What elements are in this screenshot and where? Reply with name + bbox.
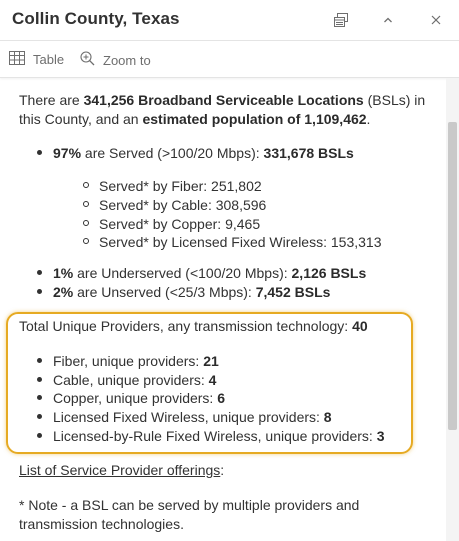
served-sub-item: Served* by Copper: 9,465 xyxy=(83,215,260,234)
note-line-1: * Note - a BSL can be served by multiple… xyxy=(19,497,360,513)
dock-icon xyxy=(333,12,349,28)
close-icon xyxy=(430,14,442,26)
bullet-circle xyxy=(83,201,89,208)
popup-header: Collin County, Texas xyxy=(0,0,459,41)
underserved-text: are Underserved (<100/20 Mbps): xyxy=(73,265,292,281)
table-action[interactable]: Table xyxy=(9,51,64,68)
served-sub-item: Served* by Licensed Fixed Wireless: 153,… xyxy=(83,233,381,252)
bullet-circle xyxy=(83,220,89,227)
sub-item-text: Served* by Copper: 9,465 xyxy=(99,216,261,232)
close-button[interactable] xyxy=(424,8,448,32)
provider-count: 8 xyxy=(323,409,332,425)
popup-toolbar: Table Zoom to xyxy=(0,41,459,78)
popup-content: There are 341,256 Broadband Serviceable … xyxy=(0,78,446,541)
provider-count: 6 xyxy=(217,390,226,406)
table-action-label: Table xyxy=(33,52,65,67)
popup-title: Collin County, Texas xyxy=(12,9,180,28)
unserved-text: are Unserved (<25/3 Mbps): xyxy=(73,284,256,300)
provider-label: Cable, unique providers: xyxy=(53,372,209,388)
provider-item: Licensed Fixed Wireless, unique provider… xyxy=(37,408,332,427)
provider-label: Copper, unique providers: xyxy=(53,390,218,406)
provider-item: Fiber, unique providers: 21 xyxy=(37,352,219,371)
table-icon xyxy=(9,51,33,68)
sub-item-text: Served* by Licensed Fixed Wireless: 153,… xyxy=(99,234,382,250)
zoom-to-icon xyxy=(80,51,103,69)
served-count: 331,678 BSLs xyxy=(263,145,354,161)
served-bullet: 97% are Served (>100/20 Mbps): 331,678 B… xyxy=(37,144,354,163)
provider-count: 21 xyxy=(203,353,219,369)
provider-item: Licensed-by-Rule Fixed Wireless, unique … xyxy=(37,427,385,446)
intro-text: . xyxy=(366,111,371,127)
provider-label: Fiber, unique providers: xyxy=(53,353,204,369)
bullet-dot xyxy=(37,413,42,419)
bullet-dot xyxy=(37,394,42,400)
dock-button[interactable] xyxy=(329,8,353,32)
intro-text: (BSLs) in xyxy=(363,92,426,108)
served-sub-item: Served* by Cable: 308,596 xyxy=(83,196,266,215)
sub-item-text: Served* by Fiber: 251,802 xyxy=(99,178,262,194)
provider-label: Licensed-by-Rule Fixed Wireless, unique … xyxy=(53,428,377,444)
bullet-circle xyxy=(83,238,89,245)
population: estimated population of 1,109,462 xyxy=(142,111,367,127)
bsl-total: 341,256 Broadband Serviceable Locations xyxy=(83,92,364,108)
bullet-dot xyxy=(37,288,42,294)
intro-paragraph: There are 341,256 Broadband Serviceable … xyxy=(19,91,426,129)
intro-text: There are xyxy=(19,92,84,108)
collapse-chevron-icon xyxy=(382,14,394,26)
intro-line-1: There are 341,256 Broadband Serviceable … xyxy=(19,91,426,110)
unserved-pct: 2% xyxy=(53,284,74,300)
scrollbar-thumb[interactable] xyxy=(448,122,457,430)
provider-label: Licensed Fixed Wireless, unique provider… xyxy=(53,409,324,425)
bullet-dot xyxy=(37,432,42,438)
provider-item: Cable, unique providers: 4 xyxy=(37,371,216,390)
provider-count: 3 xyxy=(376,428,385,444)
served-sub-item: Served* by Fiber: 251,802 xyxy=(83,177,262,196)
total-providers-text: Total Unique Providers, any transmission… xyxy=(19,318,353,334)
link-suffix: : xyxy=(220,462,225,478)
bullet-dot xyxy=(37,357,42,363)
unserved-count: 7,452 BSLs xyxy=(255,284,331,300)
bullet-dot xyxy=(37,149,42,155)
provider-item: Copper, unique providers: 6 xyxy=(37,389,225,408)
intro-text: this County, and an xyxy=(19,111,143,127)
bullet-circle xyxy=(83,182,89,189)
underserved-pct: 1% xyxy=(53,265,74,281)
underserved-count: 2,126 BSLs xyxy=(291,265,367,281)
popup-panel: Collin County, Texas Table Zoom to There… xyxy=(0,0,459,541)
total-providers-line: Total Unique Providers, any transmission… xyxy=(19,317,368,336)
provider-count: 4 xyxy=(208,372,217,388)
served-text: are Served (>100/20 Mbps): xyxy=(81,145,264,161)
bullet-dot xyxy=(37,376,42,382)
served-pct: 97% xyxy=(53,145,82,161)
bullet-dot xyxy=(37,269,42,275)
provider-offerings-link[interactable]: List of Service Provider offerings xyxy=(19,462,220,478)
zoom-to-action[interactable]: Zoom to xyxy=(80,51,151,69)
total-providers-count: 40 xyxy=(352,318,368,334)
intro-line-2: this County, and an estimated population… xyxy=(19,110,424,129)
collapse-button[interactable] xyxy=(376,8,400,32)
zoom-to-label: Zoom to xyxy=(103,52,151,68)
unserved-bullet: 2% are Unserved (<25/3 Mbps): 7,452 BSLs xyxy=(37,283,330,302)
provider-offerings-line: List of Service Provider offerings: xyxy=(19,461,224,480)
note-line-2: transmission technologies. xyxy=(19,516,184,532)
sub-item-text: Served* by Cable: 308,596 xyxy=(99,197,267,213)
underserved-bullet: 1% are Underserved (<100/20 Mbps): 2,126… xyxy=(37,264,366,283)
